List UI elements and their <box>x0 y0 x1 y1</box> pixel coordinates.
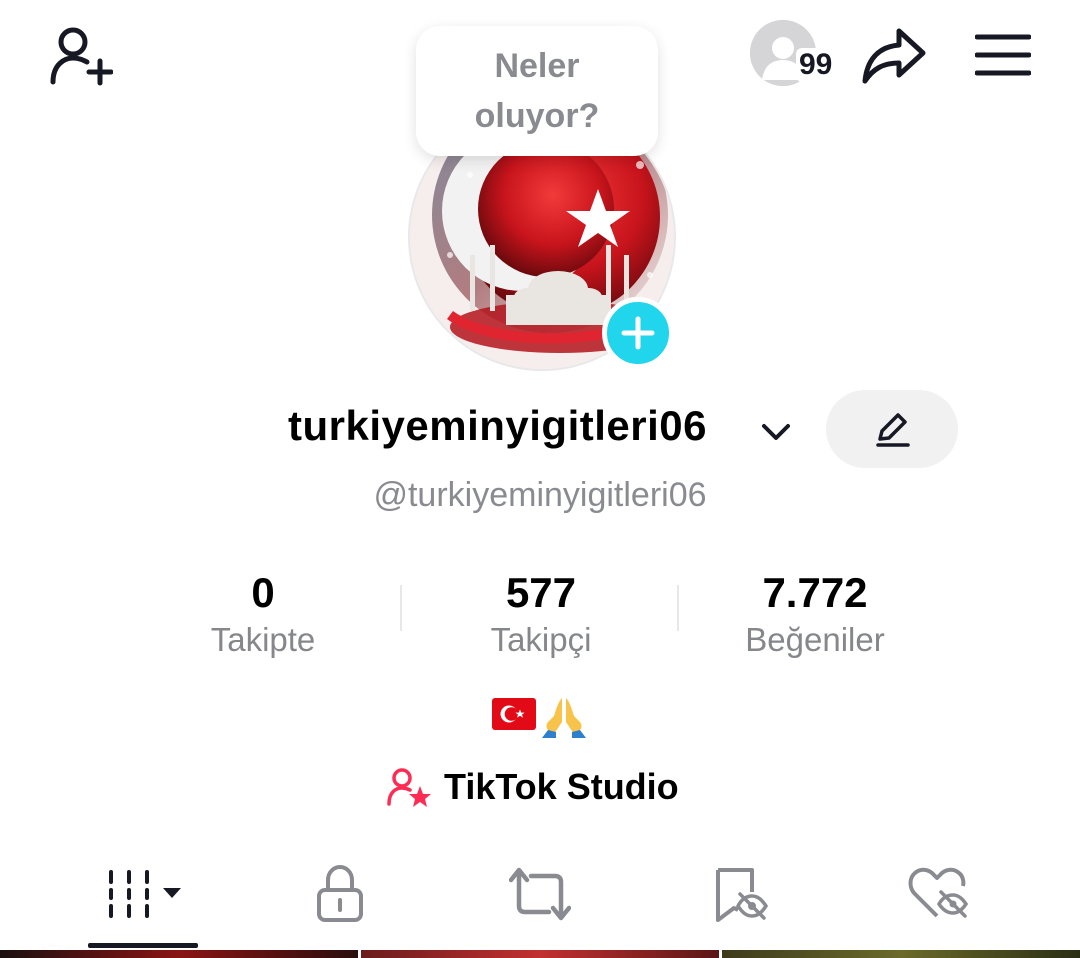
tab-reposts[interactable] <box>490 858 590 930</box>
share-button[interactable] <box>854 20 934 90</box>
followers-label: Takipçi <box>490 621 592 658</box>
stat-divider <box>677 585 679 631</box>
story-count-badge: 99 <box>796 48 836 82</box>
video-thumbnail[interactable] <box>0 950 358 958</box>
share-arrow-icon <box>862 28 926 84</box>
stat-following[interactable]: 0 Takipte <box>133 568 393 662</box>
add-friend-button[interactable] <box>38 20 118 90</box>
likes-count: 7.772 <box>762 569 868 616</box>
bio-text: 🇹🇷🙏 <box>0 692 1080 740</box>
edit-profile-button[interactable] <box>826 390 958 468</box>
videos-grid-icon <box>109 870 181 918</box>
tab-private[interactable] <box>290 858 390 930</box>
tab-favorites[interactable] <box>690 858 790 930</box>
account-switcher[interactable] <box>756 412 796 452</box>
liked-hidden-icon <box>908 867 969 918</box>
pencil-icon <box>876 413 910 447</box>
stat-divider <box>400 585 402 631</box>
tiktok-studio-link[interactable]: TikTok Studio <box>386 760 679 814</box>
active-tab-indicator <box>88 943 198 948</box>
favorites-hidden-icon <box>716 868 768 922</box>
add-user-icon <box>50 27 113 86</box>
add-story-button[interactable] <box>602 297 674 369</box>
following-count: 0 <box>251 569 275 616</box>
username-handle: @turkiyeminyigitleri06 <box>373 476 707 514</box>
followers-count: 577 <box>505 569 577 616</box>
studio-user-star-icon <box>387 768 431 807</box>
menu-button[interactable] <box>965 20 1041 90</box>
stat-followers[interactable]: 577 Takipçi <box>411 568 671 662</box>
status-bubble-text: Neler oluyor? <box>474 47 600 135</box>
chevron-down-icon <box>762 424 790 440</box>
video-thumbnail[interactable] <box>722 950 1080 958</box>
video-thumbnail[interactable] <box>361 950 719 958</box>
following-label: Takipte <box>210 621 316 658</box>
repost-icon <box>509 867 571 921</box>
tiktok-studio-label: TikTok Studio <box>444 766 679 807</box>
lock-icon <box>317 864 363 922</box>
status-bubble[interactable]: Neler oluyor? <box>416 26 658 156</box>
bio-emoji-graphic <box>492 698 586 738</box>
hamburger-menu-icon <box>975 34 1031 76</box>
tab-videos[interactable] <box>90 858 200 930</box>
plus-icon <box>621 316 655 350</box>
tab-liked[interactable] <box>888 858 988 930</box>
likes-label: Beğeniler <box>745 621 885 658</box>
display-name[interactable]: turkiyeminyigitleri06 <box>288 402 707 450</box>
stat-likes[interactable]: 7.772 Beğeniler <box>685 568 945 662</box>
